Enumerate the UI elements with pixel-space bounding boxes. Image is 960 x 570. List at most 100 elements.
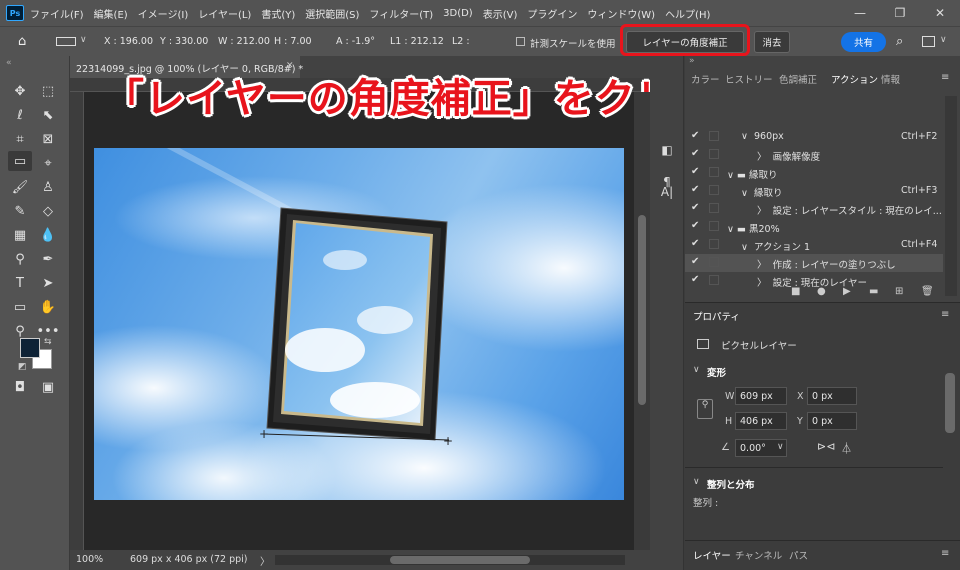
eraser-tool-icon[interactable]: ◇	[38, 201, 58, 221]
type-tool-icon[interactable]: T	[10, 273, 30, 293]
tab-actions[interactable]: アクション	[827, 68, 883, 88]
tab-properties[interactable]: プロパティ	[693, 309, 740, 323]
ruler-tool-icon[interactable]	[56, 37, 76, 46]
props-scroll-thumb[interactable]	[945, 373, 955, 433]
clear-button[interactable]: 消去	[754, 31, 790, 53]
swap-colors-icon[interactable]: ⇆	[44, 337, 52, 347]
toggle-check-icon[interactable]: ✔	[691, 256, 699, 267]
minimize-icon[interactable]: —	[840, 0, 880, 26]
expand-arrow-icon[interactable]: 〉	[757, 152, 767, 163]
dialog-toggle[interactable]	[709, 131, 719, 141]
menu-view[interactable]: 表示(V)	[483, 6, 518, 21]
history-brush-icon[interactable]: ✎	[10, 201, 30, 221]
menu-type[interactable]: 書式(Y)	[261, 6, 295, 21]
share-button[interactable]: 共有	[841, 32, 886, 52]
expand-arrow-icon[interactable]: ∨	[741, 242, 748, 253]
toggle-check-icon[interactable]: ✔	[691, 220, 699, 231]
path-select-icon[interactable]: ➤	[38, 273, 58, 293]
dialog-toggle[interactable]	[709, 149, 719, 159]
tab-paths[interactable]: パス	[789, 548, 808, 562]
list-item[interactable]: ✔ ∨ アクション 1 Ctrl+F4	[685, 236, 943, 254]
toggle-check-icon[interactable]: ✔	[691, 130, 699, 141]
expand-arrow-icon[interactable]: ∨	[741, 188, 748, 199]
y-field[interactable]: 0 px	[807, 412, 857, 430]
expand-arrow-icon[interactable]: ∨	[727, 224, 734, 235]
menu-file[interactable]: ファイル(F)	[30, 6, 84, 21]
move-tool-icon[interactable]: ✥	[10, 81, 30, 101]
menu-window[interactable]: ウィンドウ(W)	[587, 6, 655, 21]
tab-adjustments[interactable]: 色調補正	[779, 68, 817, 88]
home-icon[interactable]: ⌂	[18, 34, 34, 50]
character-icon[interactable]: A|	[659, 184, 675, 200]
width-field[interactable]: 609 px	[735, 387, 787, 405]
dialog-toggle[interactable]	[709, 275, 719, 285]
panel-collapse-icon[interactable]: »	[689, 56, 695, 66]
new-set-icon[interactable]: ▬	[869, 286, 878, 297]
flip-horizontal-icon[interactable]: ⊳⊲	[817, 440, 835, 453]
new-action-icon[interactable]: ⊞	[895, 286, 903, 297]
expand-arrow-icon[interactable]: ∨	[741, 131, 748, 142]
align-chevron-icon[interactable]: ∨	[693, 477, 700, 487]
expand-arrow-icon[interactable]: ∨	[727, 170, 734, 181]
menu-edit[interactable]: 編集(E)	[94, 6, 128, 21]
brush-tool-icon[interactable]: 🖌	[10, 177, 30, 197]
list-item[interactable]: ✔ ∨ 縁取り Ctrl+F3	[685, 182, 943, 200]
toggle-check-icon[interactable]: ✔	[691, 184, 699, 195]
default-colors-icon[interactable]: ◩	[18, 362, 27, 372]
props-menu-icon[interactable]: ≡	[941, 309, 949, 320]
frame-tool-icon[interactable]: ⊠	[38, 129, 58, 149]
height-field[interactable]: 406 px	[735, 412, 787, 430]
library-icon[interactable]	[659, 150, 675, 166]
dialog-toggle[interactable]	[709, 221, 719, 231]
flip-vertical-icon[interactable]: ⏃	[841, 440, 852, 456]
rectangle-tool-icon[interactable]: ▭	[10, 297, 30, 317]
dialog-toggle[interactable]	[709, 203, 719, 213]
status-chevron-icon[interactable]: 〉	[260, 553, 270, 568]
menu-layer[interactable]: レイヤー(L)	[198, 6, 251, 21]
dialog-toggle[interactable]	[709, 257, 719, 267]
x-field[interactable]: 0 px	[807, 387, 857, 405]
workspace-icon[interactable]	[922, 36, 935, 47]
actions-scrollbar[interactable]	[945, 96, 957, 296]
measurement-scale-checkbox[interactable]	[516, 37, 525, 46]
list-item[interactable]: ✔ ∨ ▬ 黒20%	[685, 218, 943, 236]
dialog-toggle[interactable]	[709, 185, 719, 195]
stamp-tool-icon[interactable]: ♙	[38, 177, 58, 197]
tab-layers[interactable]: レイヤー	[693, 548, 731, 562]
tab-info[interactable]: 情報	[881, 68, 900, 88]
menu-select[interactable]: 選択範囲(S)	[305, 6, 359, 21]
tab-color[interactable]: カラー	[691, 68, 720, 88]
link-icon[interactable]: ⚲	[697, 399, 713, 419]
object-select-icon[interactable]: ⬉	[38, 105, 58, 125]
tab-channels[interactable]: チャンネル	[735, 548, 782, 562]
tab-history[interactable]: ヒストリー	[725, 68, 773, 88]
menu-help[interactable]: ヘルプ(H)	[665, 6, 710, 21]
expand-arrow-icon[interactable]: 〉	[757, 206, 767, 217]
chevron-down-icon[interactable]: ∨	[80, 35, 87, 45]
toggle-check-icon[interactable]: ✔	[691, 202, 699, 213]
blur-tool-icon[interactable]: 💧	[38, 225, 58, 245]
workspace-chevron-icon[interactable]: ∨	[940, 35, 947, 45]
pen-tool-icon[interactable]: ✒	[38, 249, 58, 269]
toggle-check-icon[interactable]: ✔	[691, 274, 699, 285]
horizontal-scroll-thumb[interactable]	[390, 556, 530, 564]
marquee-tool-icon[interactable]: ⬚	[38, 81, 58, 101]
dodge-tool-icon[interactable]: ⚲	[10, 249, 30, 269]
hand-tool-icon[interactable]: ✋	[38, 297, 58, 317]
section-chevron-icon[interactable]: ∨	[693, 365, 700, 375]
quick-mask-icon[interactable]: ◘	[10, 377, 30, 397]
dialog-toggle[interactable]	[709, 167, 719, 177]
search-icon[interactable]: ⌕	[896, 34, 903, 49]
list-item[interactable]: ✔ 〉 設定 : 現在のレイヤー	[685, 272, 943, 290]
ruler-tool-icon-active[interactable]: ▭	[8, 151, 32, 171]
menu-3d[interactable]: 3D(D)	[443, 8, 473, 19]
zoom-level[interactable]: 100%	[76, 554, 103, 565]
panel-menu-icon[interactable]: ≡	[941, 72, 949, 83]
toggle-check-icon[interactable]: ✔	[691, 148, 699, 159]
foreground-color-swatch[interactable]	[20, 338, 40, 358]
trash-icon[interactable]: 🗑	[921, 286, 934, 297]
toggle-check-icon[interactable]: ✔	[691, 238, 699, 249]
expand-arrow-icon[interactable]: 〉	[757, 260, 767, 271]
close-icon[interactable]: ✕	[920, 0, 960, 26]
maximize-icon[interactable]: ❐	[880, 0, 920, 26]
